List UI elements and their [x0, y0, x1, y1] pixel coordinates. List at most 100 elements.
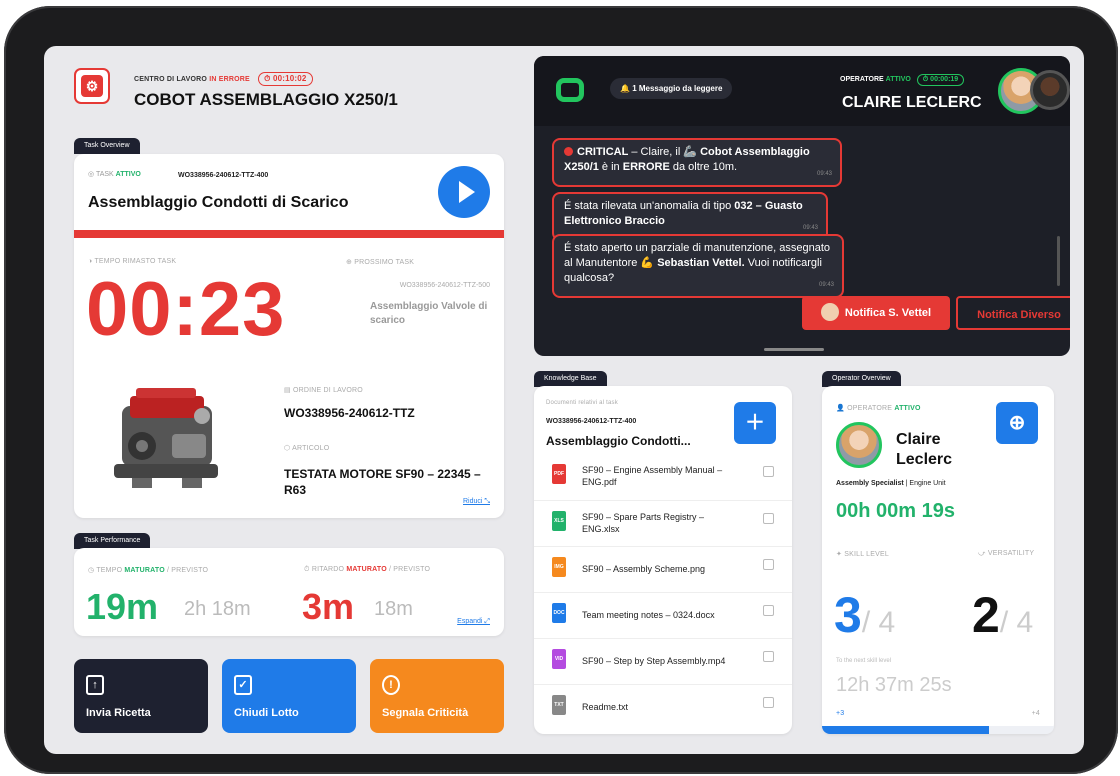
message-time: 09:43 — [816, 171, 832, 177]
notify-vettel-button[interactable]: Notifica S. Vettel — [802, 296, 950, 330]
vettel-avatar — [820, 303, 839, 321]
operator-role: Assembly Specialist | Engine Unit — [836, 480, 946, 487]
skill-progress-bar — [822, 726, 1054, 734]
order-label: ▤ ORDINE DI LAVORO — [284, 387, 363, 394]
workcenter-header: ⚙ CENTRO DI LAVORO IN ERRORE ⏱ 00:10:02 … — [74, 64, 514, 124]
open-external-icon[interactable] — [763, 559, 774, 570]
close-batch-button[interactable]: ✓ Chiudi Lotto — [222, 659, 356, 733]
operator-elapsed-time: 00h 00m 19s — [836, 500, 955, 522]
chat-logo-icon — [556, 78, 584, 102]
remaining-label: ◑ TEMPO RIMASTO TASK — [88, 258, 177, 265]
spreadsheet-file-icon: XLS — [552, 511, 566, 531]
time-state: MATURATO — [124, 567, 165, 574]
image-file-icon: IMG — [552, 557, 566, 577]
versatility-label: ⤻ VERSATILITY — [978, 550, 1035, 557]
task-code: WO338956-240612-TTZ-400 — [178, 172, 269, 179]
time-actual: 19m — [86, 586, 159, 627]
text-file-icon: TXT — [552, 695, 566, 715]
operator-state: ATTIVO — [894, 405, 921, 412]
versatility-score: 2/ 4 — [972, 586, 1033, 644]
workcenter-status: CENTRO DI LAVORO IN ERRORE ⏱ 00:10:02 — [134, 72, 313, 86]
open-external-icon[interactable] — [763, 651, 774, 662]
operator-timer: ⏱ 00:00:19 — [916, 74, 965, 86]
notify-other-button[interactable]: Notifica Diverso — [956, 296, 1070, 330]
expand-link[interactable]: Espandi ⤢ — [457, 618, 490, 626]
task-label: ◎ TASK ATTIVO — [88, 170, 141, 178]
next-task-code: WO338956-240612-TTZ-500 — [399, 282, 490, 289]
remaining-time: 00:23 — [86, 267, 286, 352]
operator-label: 👤 OPERATORE ATTIVO — [836, 405, 921, 412]
delay-suffix: / PREVISTO — [389, 566, 431, 573]
notify-other-label: Notifica Diverso — [977, 309, 1061, 321]
article-value: TESTATA MOTORE SF90 – 22345 – R63 — [284, 467, 481, 497]
reduce-link[interactable]: Riduci ⤡ — [463, 498, 490, 506]
add-user-button[interactable]: ⊕ — [996, 402, 1038, 444]
order-value: WO338956-240612-TTZ — [284, 406, 415, 420]
file-name: SF90 – Spare Parts Registry – ENG.xlsx — [582, 512, 705, 534]
skill-label-text: SKILL LEVEL — [844, 551, 889, 558]
operator-state: ATTIVO — [885, 76, 911, 83]
error-timer: ⏱ 00:10:02 — [258, 72, 313, 86]
maintainer-avatar[interactable] — [1030, 70, 1070, 110]
list-item[interactable]: PDF SF90 – Engine Assembly Manual – ENG.p… — [534, 454, 792, 500]
notify-vettel-label: Notifica S. Vettel — [844, 307, 932, 319]
message-text: CRITICAL – Claire, il 🦾 Cobot Assemblagg… — [564, 146, 810, 173]
versatility-value: 2 — [972, 587, 1000, 643]
operator-name: CLAIRE LECLERC — [842, 94, 982, 111]
delay-actual: 3m — [302, 586, 355, 627]
time-planned: 2h 18m — [184, 598, 251, 620]
video-file-icon: VID — [552, 649, 566, 669]
list-item[interactable]: IMG SF90 – Assembly Scheme.png — [534, 546, 792, 592]
chat-message: É stato aperto un parziale di manutenzio… — [552, 234, 844, 298]
skill-score: 3/ 4 — [834, 586, 895, 644]
play-button[interactable] — [438, 166, 490, 218]
send-recipe-label: Invia Ricetta — [86, 707, 151, 719]
skill-progress-fill — [822, 726, 990, 734]
list-item[interactable]: TXT Readme.txt — [534, 684, 792, 730]
unread-messages-badge[interactable]: 🔔 1 Messaggio da leggere — [610, 78, 733, 99]
time-label-text: TEMPO — [96, 567, 123, 574]
message-time: 09:43 — [818, 282, 834, 288]
report-criticality-button[interactable]: ! Segnala Criticità — [370, 659, 504, 733]
level-from: +3 — [836, 710, 845, 717]
knowledge-base-card: Documenti relativi al task WO338956-2406… — [534, 386, 792, 734]
versatility-label-text: VERSATILITY — [987, 550, 1035, 557]
open-external-icon[interactable] — [763, 697, 774, 708]
delay-label: ⏱ RITARDO MATURATO / PREVISTO — [304, 566, 431, 573]
article-label-text: ARTICOLO — [292, 445, 330, 452]
time-label: ◷ TEMPO MATURATO / PREVISTO — [88, 567, 209, 574]
file-name: Readme.txt — [582, 702, 629, 712]
task-overview-tab: Task Overview — [74, 138, 140, 154]
chat-scrollbar[interactable] — [1057, 236, 1060, 286]
delay-label-text: RITARDO — [311, 566, 345, 573]
workcenter-label: CENTRO DI LAVORO — [134, 76, 208, 83]
task-progress-bar — [74, 230, 504, 238]
open-external-icon[interactable] — [763, 466, 774, 477]
chat-drag-handle[interactable] — [764, 348, 824, 351]
open-external-icon[interactable] — [763, 513, 774, 524]
next-task-label-text: PROSSIMO TASK — [354, 259, 415, 266]
task-label-text: TASK — [95, 171, 114, 178]
task-state: ATTIVO — [115, 171, 141, 178]
skill-max: / 4 — [861, 606, 896, 639]
open-external-icon[interactable] — [763, 605, 774, 616]
operator-avatar — [836, 422, 882, 468]
task-performance-tab: Task Performance — [74, 533, 151, 549]
first-name: Claire — [896, 431, 941, 448]
list-item[interactable]: DOC Team meeting notes – 0324.docx — [534, 592, 792, 638]
chat-header: 🔔 1 Messaggio da leggere OPERATORE ATTIV… — [534, 56, 1070, 126]
chat-panel: 🔔 1 Messaggio da leggere OPERATORE ATTIV… — [534, 56, 1070, 356]
add-document-button[interactable]: ＋ — [734, 402, 776, 444]
send-recipe-button[interactable]: ↑ Invia Ricetta — [74, 659, 208, 733]
operator-label: OPERATORE — [840, 76, 884, 83]
kb-title: Assemblaggio Condotti... — [546, 434, 691, 448]
next-level-label: To the next skill level — [836, 658, 892, 664]
clipboard-check-icon: ✓ — [234, 675, 252, 695]
list-item[interactable]: XLS SF90 – Spare Parts Registry – ENG.xls… — [534, 500, 792, 546]
role-text: Assembly Specialist — [836, 480, 904, 487]
task-performance-card: ◷ TEMPO MATURATO / PREVISTO 19m 2h 18m ⏱… — [74, 548, 504, 636]
doc-file-icon: DOC — [552, 603, 566, 623]
list-item[interactable]: VID SF90 – Step by Step Assembly.mp4 — [534, 638, 792, 684]
workcenter-title: COBOT ASSEMBLAGGIO X250/1 — [134, 90, 398, 109]
kb-subtitle: Documenti relativi al task — [546, 400, 618, 406]
